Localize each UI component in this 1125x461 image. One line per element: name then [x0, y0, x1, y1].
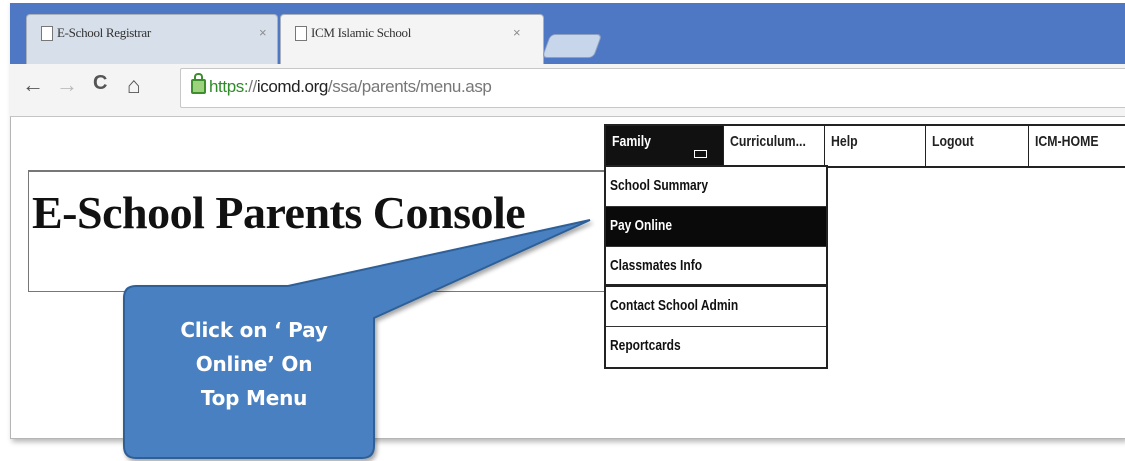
callout-line: Online’ On — [195, 352, 313, 376]
callout-line: Top Menu — [200, 386, 308, 410]
callout-line: Click on ‘ Pay — [180, 318, 328, 342]
callout-text: Click on ‘ Pay Online’ On Top Menu — [127, 313, 381, 415]
